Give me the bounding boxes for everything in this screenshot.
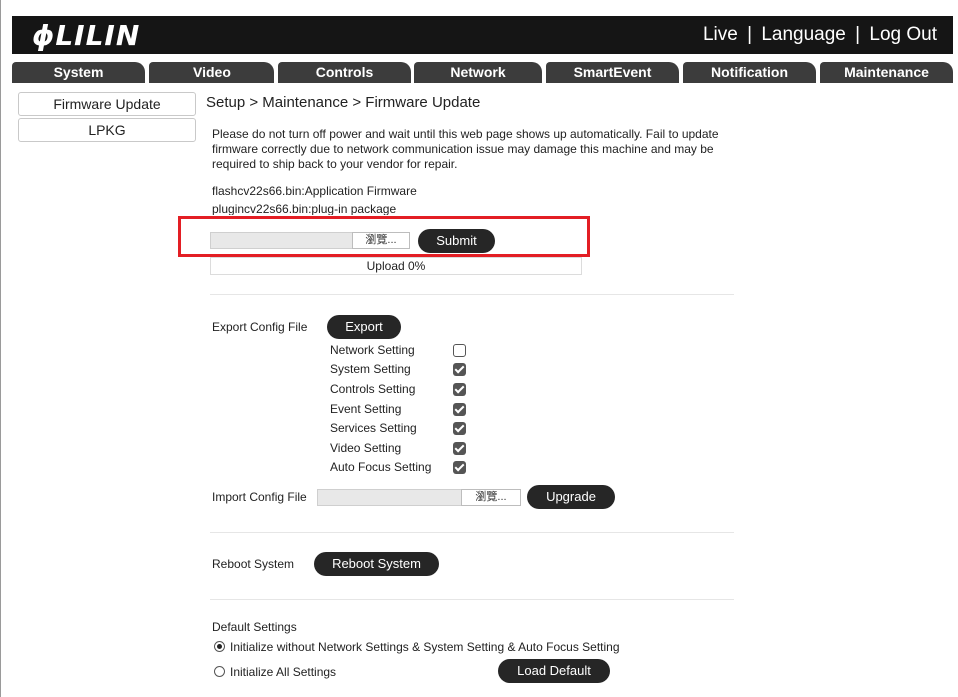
logout-link[interactable]: Log Out xyxy=(869,24,937,45)
video-setting-checkbox[interactable] xyxy=(453,442,466,455)
header-separator: | xyxy=(855,24,861,45)
system-setting-checkbox[interactable] xyxy=(453,363,466,376)
services-setting-checkbox[interactable] xyxy=(453,422,466,435)
section-divider xyxy=(210,532,734,533)
export-config-label: Export Config File xyxy=(212,320,308,334)
default-settings-title: Default Settings xyxy=(212,620,297,634)
section-divider xyxy=(210,599,734,600)
firmware-notice: Please do not turn off power and wait un… xyxy=(212,127,719,171)
sidebar-item-lpkg[interactable]: LPKG xyxy=(18,118,196,142)
option-label: Auto Focus Setting xyxy=(330,460,432,474)
tab-system[interactable]: System xyxy=(12,62,145,83)
tab-network[interactable]: Network xyxy=(414,62,542,83)
header-links: Live | Language | Log Out xyxy=(703,24,937,46)
tab-video[interactable]: Video xyxy=(149,62,274,83)
init-without-network-radio[interactable] xyxy=(214,641,225,652)
controls-setting-checkbox[interactable] xyxy=(453,383,466,396)
upload-progress: Upload 0% xyxy=(210,257,582,275)
live-link[interactable]: Live xyxy=(703,24,738,45)
lilin-logo: ϕLILIN xyxy=(32,19,141,52)
tab-maintenance[interactable]: Maintenance xyxy=(820,62,953,83)
radio-label: Initialize All Settings xyxy=(230,665,337,679)
option-label: Event Setting xyxy=(330,402,402,416)
breadcrumb: Setup > Maintenance > Firmware Update xyxy=(206,94,481,111)
upgrade-button[interactable]: Upgrade xyxy=(527,485,615,509)
tab-controls[interactable]: Controls xyxy=(278,62,411,83)
tab-notification[interactable]: Notification xyxy=(683,62,816,83)
option-label: Controls Setting xyxy=(330,382,416,396)
sidebar-item-firmware-update[interactable]: Firmware Update xyxy=(18,92,196,116)
option-label: System Setting xyxy=(330,362,411,376)
firmware-file-line: plugincv22s66.bin:plug-in package xyxy=(212,202,397,215)
radio-label: Initialize without Network Settings & Sy… xyxy=(230,640,620,654)
load-default-button[interactable]: Load Default xyxy=(498,659,610,683)
network-setting-checkbox[interactable] xyxy=(453,344,466,357)
auto-focus-setting-checkbox[interactable] xyxy=(453,461,466,474)
option-label: Services Setting xyxy=(330,421,417,435)
reboot-label: Reboot System xyxy=(212,557,295,571)
option-label: Network Setting xyxy=(330,343,415,357)
export-button[interactable]: Export xyxy=(327,315,401,339)
submit-button[interactable]: Submit xyxy=(418,229,495,253)
main-nav: System Video Controls Network SmartEvent… xyxy=(12,62,953,83)
import-config-label: Import Config File xyxy=(212,490,307,504)
language-link[interactable]: Language xyxy=(761,24,846,45)
header-separator: | xyxy=(747,24,753,45)
reboot-system-button[interactable]: Reboot System xyxy=(314,552,439,576)
section-divider xyxy=(210,294,734,295)
option-label: Video Setting xyxy=(330,441,402,455)
firmware-browse-button[interactable]: 瀏覽... xyxy=(352,232,410,249)
import-file-input[interactable] xyxy=(317,489,462,506)
tab-smartevent[interactable]: SmartEvent xyxy=(546,62,679,83)
top-header: ϕLILIN Live | Language | Log Out xyxy=(12,16,953,54)
init-all-radio[interactable] xyxy=(214,666,225,677)
event-setting-checkbox[interactable] xyxy=(453,403,466,416)
import-browse-button[interactable]: 瀏覽... xyxy=(461,489,521,506)
firmware-file-input[interactable] xyxy=(210,232,353,249)
firmware-file-line: flashcv22s66.bin:Application Firmware xyxy=(212,184,417,198)
